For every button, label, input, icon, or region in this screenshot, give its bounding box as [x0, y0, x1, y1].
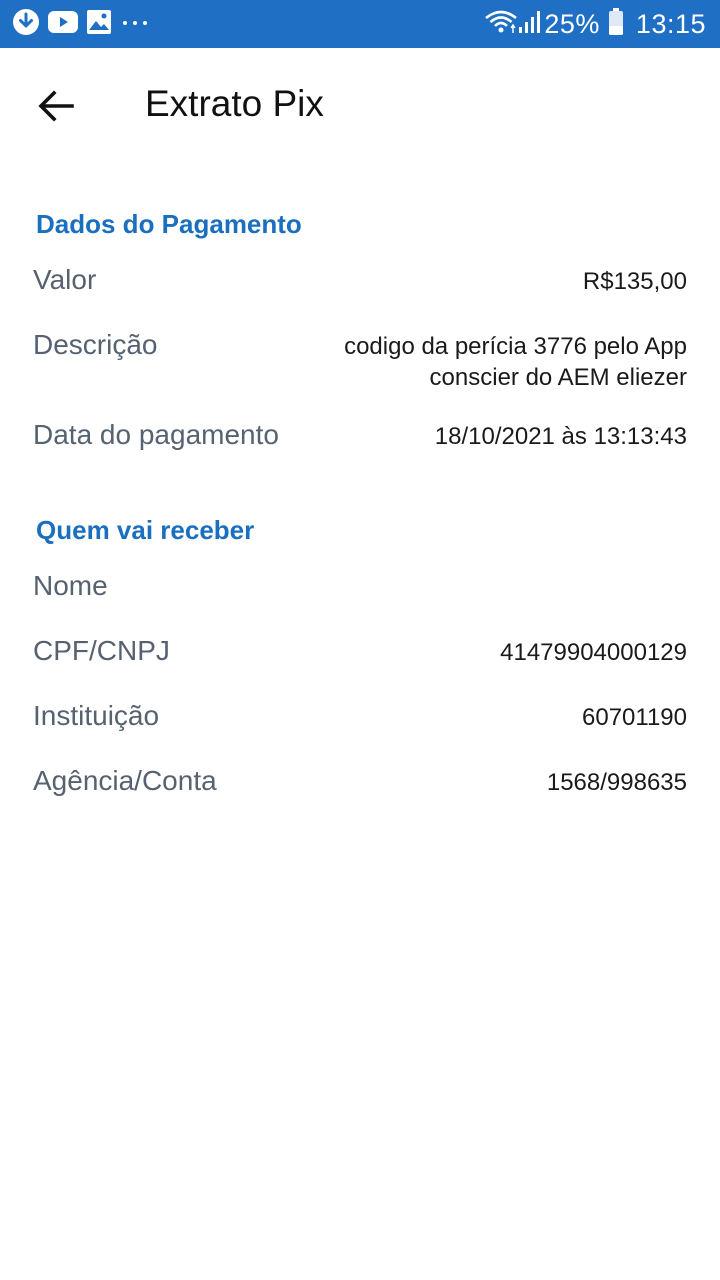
- description-value: codigo da perícia 3776 pelo App conscier…: [344, 331, 687, 393]
- description-label: Descrição: [33, 329, 158, 360]
- value-amount: R$135,00: [582, 268, 687, 295]
- download-icon: [12, 8, 40, 41]
- cpf-cnpj-label: CPF/CNPJ: [33, 635, 170, 666]
- signal-icon: [518, 9, 544, 40]
- description-line-1: codigo da perícia 3776 pelo App: [344, 333, 687, 360]
- description-line-2: conscier do AEM eliezer: [429, 364, 687, 391]
- youtube-icon: [48, 10, 78, 39]
- agency-account-label: Agência/Conta: [33, 765, 217, 796]
- battery-icon: [608, 7, 624, 41]
- payment-date-value: 18/10/2021 às 13:13:43: [434, 423, 687, 450]
- institution-label: Instituição: [33, 700, 160, 731]
- institution-value: 60701190: [582, 704, 687, 731]
- back-button[interactable]: [36, 86, 76, 126]
- battery-percent: 25%: [544, 8, 600, 39]
- cpf-cnpj-value: 41479904000129: [500, 639, 687, 666]
- receiver-section-title: Quem vai receber: [36, 515, 255, 545]
- payment-section-title: Dados do Pagamento: [36, 209, 302, 239]
- page-title: Extrato Pix: [145, 83, 324, 124]
- more-dots-icon: [120, 15, 150, 33]
- wifi-icon: [484, 8, 518, 41]
- gallery-icon: [86, 9, 112, 40]
- agency-account-value: 1568/998635: [546, 769, 687, 796]
- clock: 13:15: [635, 8, 706, 39]
- app-bar: Extrato Pix: [0, 48, 720, 164]
- system-status: 25% 13:15: [484, 6, 706, 42]
- status-bar: 25% 13:15: [0, 0, 720, 48]
- name-label: Nome: [33, 570, 108, 601]
- value-label: Valor: [33, 264, 97, 295]
- payment-date-label: Data do pagamento: [33, 419, 279, 450]
- notification-icons: [12, 8, 158, 41]
- arrow-left-icon: [38, 90, 74, 122]
